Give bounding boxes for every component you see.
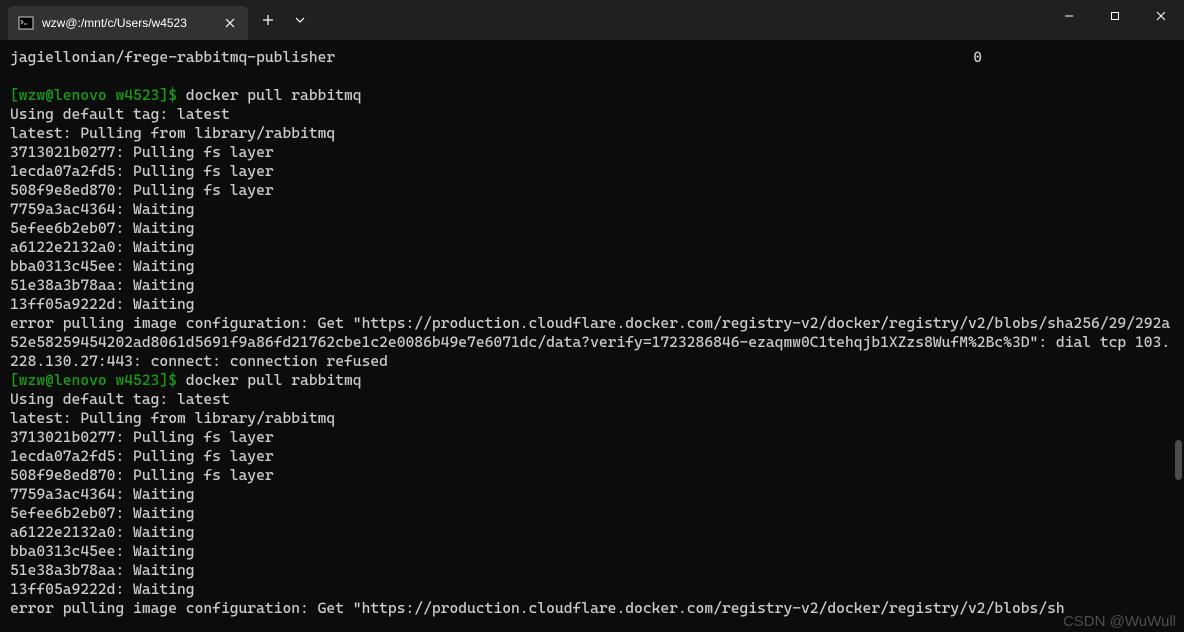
scrollbar-thumb[interactable] bbox=[1175, 440, 1182, 480]
terminal-icon bbox=[18, 15, 34, 31]
window-controls bbox=[1046, 0, 1184, 40]
terminal-output[interactable]: jagiellonian/frege-rabbitmq-publisher 0 [… bbox=[0, 40, 1184, 632]
output-line: latest: Pulling from library/rabbitmq bbox=[10, 409, 1174, 428]
output-line: 7759a3ac4364: Waiting bbox=[10, 200, 1174, 219]
output-line: bba0313c45ee: Waiting bbox=[10, 257, 1174, 276]
output-line: 5efee6b2eb07: Waiting bbox=[10, 219, 1174, 238]
titlebar-left: wzw@:/mnt/c/Users/w4523 bbox=[0, 0, 316, 40]
output-line: 51e38a3b78aa: Waiting bbox=[10, 276, 1174, 295]
output-error: error pulling image configuration: Get "… bbox=[10, 314, 1174, 371]
output-line: 5efee6b2eb07: Waiting bbox=[10, 504, 1174, 523]
output-line: a6122e2132a0: Waiting bbox=[10, 238, 1174, 257]
output-line: Using default tag: latest bbox=[10, 105, 1174, 124]
output-value: 0 bbox=[973, 48, 982, 67]
new-tab-button[interactable] bbox=[252, 4, 284, 36]
output-error: error pulling image configuration: Get "… bbox=[10, 599, 1174, 618]
output-line: a6122e2132a0: Waiting bbox=[10, 523, 1174, 542]
terminal-tab[interactable]: wzw@:/mnt/c/Users/w4523 bbox=[8, 6, 248, 40]
output-line: 13ff05a9222d: Waiting bbox=[10, 580, 1174, 599]
output-line: Using default tag: latest bbox=[10, 390, 1174, 409]
output-line: jagiellonian/frege-rabbitmq-publisher bbox=[10, 48, 335, 67]
output-line: 508f9e8ed870: Pulling fs layer bbox=[10, 466, 1174, 485]
close-window-button[interactable] bbox=[1138, 0, 1184, 32]
close-tab-button[interactable] bbox=[222, 15, 238, 31]
shell-prompt: [wzw@lenovo w4523]$ bbox=[10, 371, 186, 389]
maximize-button[interactable] bbox=[1092, 0, 1138, 32]
output-line: 508f9e8ed870: Pulling fs layer bbox=[10, 181, 1174, 200]
output-line: 51e38a3b78aa: Waiting bbox=[10, 561, 1174, 580]
output-line: 1ecda07a2fd5: Pulling fs layer bbox=[10, 447, 1174, 466]
tab-title: wzw@:/mnt/c/Users/w4523 bbox=[42, 16, 214, 30]
output-line: bba0313c45ee: Waiting bbox=[10, 542, 1174, 561]
output-line: 7759a3ac4364: Waiting bbox=[10, 485, 1174, 504]
watermark: CSDN @WuWull bbox=[1063, 613, 1176, 630]
output-line: latest: Pulling from library/rabbitmq bbox=[10, 124, 1174, 143]
minimize-button[interactable] bbox=[1046, 0, 1092, 32]
output-line: 3713021b0277: Pulling fs layer bbox=[10, 428, 1174, 447]
output-line: 13ff05a9222d: Waiting bbox=[10, 295, 1174, 314]
shell-prompt: [wzw@lenovo w4523]$ bbox=[10, 86, 186, 104]
shell-command: docker pull rabbitmq bbox=[186, 371, 362, 389]
output-line: 1ecda07a2fd5: Pulling fs layer bbox=[10, 162, 1174, 181]
output-line: 3713021b0277: Pulling fs layer bbox=[10, 143, 1174, 162]
titlebar: wzw@:/mnt/c/Users/w4523 bbox=[0, 0, 1184, 40]
tab-dropdown-button[interactable] bbox=[284, 4, 316, 36]
shell-command: docker pull rabbitmq bbox=[186, 86, 362, 104]
